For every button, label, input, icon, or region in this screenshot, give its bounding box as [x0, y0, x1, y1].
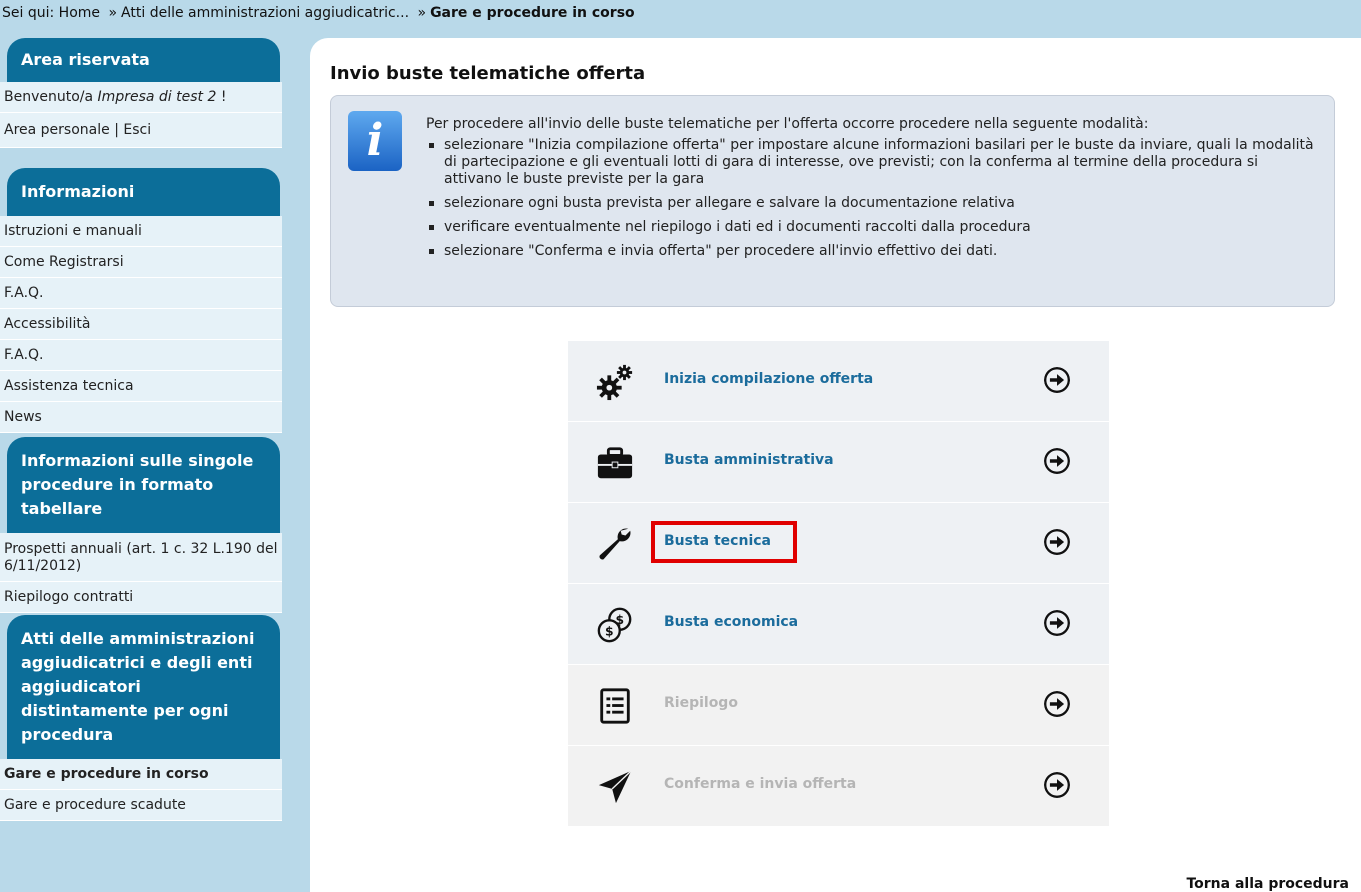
main-content: Invio buste telematiche offerta i Per pr… [310, 38, 1361, 892]
link-separator: | [114, 122, 119, 138]
action-label[interactable]: Riepilogo [664, 695, 738, 711]
area-personale-link[interactable]: Area personale [4, 122, 110, 138]
sidebar-item-accessibilita[interactable]: Accessibilità [0, 309, 282, 340]
sidebar-item-faq[interactable]: F.A.Q. [0, 278, 282, 309]
breadcrumb-separator: » [108, 5, 118, 21]
arrow-right-icon[interactable] [1044, 529, 1070, 555]
briefcase-icon [597, 447, 633, 479]
action-conferma-invia[interactable]: Conferma e invia offerta [568, 746, 1109, 827]
action-inizia-compilazione[interactable]: Inizia compilazione offerta [568, 341, 1109, 422]
info-box: i Per procedere all'invio delle buste te… [330, 95, 1335, 307]
info-intro: Per procedere all'invio delle buste tele… [426, 116, 1149, 132]
wrench-icon [599, 528, 631, 560]
info-step: selezionare "Conferma e invia offerta" p… [429, 243, 1316, 260]
action-busta-amministrativa[interactable]: Busta amministrativa [568, 422, 1109, 503]
arrow-right-icon[interactable] [1044, 691, 1070, 717]
gears-icon [596, 364, 633, 401]
back-to-procedure-link[interactable]: Torna alla procedura [1186, 876, 1349, 892]
sidebar-item-riepilogo-contratti[interactable]: Riepilogo contratti [0, 582, 282, 613]
svg-text:$: $ [605, 624, 614, 638]
tabellari-title: Informazioni sulle singole procedure in … [7, 437, 280, 533]
sidebar-item-prospetti[interactable]: Prospetti annuali (art. 1 c. 32 L.190 de… [0, 533, 282, 582]
arrow-right-icon[interactable] [1044, 448, 1070, 474]
breadcrumb-atti-link[interactable]: Atti delle amministrazioni aggiudicatric… [121, 5, 409, 21]
arrow-right-icon[interactable] [1044, 772, 1070, 798]
action-label[interactable]: Conferma e invia offerta [664, 776, 856, 792]
info-icon: i [348, 111, 402, 171]
area-riservata-panel: Area riservata Benvenuto/a Impresa di te… [0, 38, 282, 148]
action-busta-tecnica[interactable]: Busta tecnica [568, 503, 1109, 584]
info-step: selezionare ogni busta prevista per alle… [429, 195, 1316, 212]
tabellari-panel: Informazioni sulle singole procedure in … [0, 437, 282, 613]
action-busta-economica[interactable]: $ $ Busta economica [568, 584, 1109, 665]
action-label[interactable]: Busta economica [664, 614, 798, 630]
informazioni-panel: Informazioni Istruzioni e manuali Come R… [0, 168, 282, 433]
paper-plane-icon [598, 770, 632, 804]
breadcrumb-home-link[interactable]: Home [59, 5, 100, 21]
esci-link[interactable]: Esci [123, 122, 151, 138]
breadcrumb: Sei qui: Home » Atti delle amministrazion… [0, 0, 1361, 28]
action-label[interactable]: Inizia compilazione offerta [664, 371, 873, 387]
sidebar-item-registrarsi[interactable]: Come Registrarsi [0, 247, 282, 278]
action-label[interactable]: Busta amministrativa [664, 452, 834, 468]
welcome-prefix: Benvenuto/a [4, 89, 94, 105]
informazioni-title: Informazioni [7, 168, 280, 216]
breadcrumb-prefix: Sei qui: [2, 5, 55, 21]
welcome-user: Impresa di test 2 [97, 89, 217, 105]
arrow-right-icon[interactable] [1044, 367, 1070, 393]
welcome-message: Benvenuto/a Impresa di test 2 ! [0, 82, 282, 113]
svg-text:$: $ [615, 613, 624, 627]
breadcrumb-current: Gare e procedure in corso [430, 5, 635, 21]
info-step: verificare eventualmente nel riepilogo i… [429, 219, 1316, 236]
welcome-suffix: ! [220, 89, 227, 105]
sidebar-item-news[interactable]: News [0, 402, 282, 433]
sidebar: Area riservata Benvenuto/a Impresa di te… [0, 38, 282, 835]
sidebar-item-istruzioni[interactable]: Istruzioni e manuali [0, 216, 282, 247]
arrow-right-icon[interactable] [1044, 610, 1070, 636]
highlight-box [651, 521, 797, 563]
sidebar-item-faq-2[interactable]: F.A.Q. [0, 340, 282, 371]
page-title: Invio buste telematiche offerta [330, 63, 646, 84]
sidebar-item-gare-in-corso[interactable]: Gare e procedure in corso [0, 759, 282, 790]
atti-title: Atti delle amministrazioni aggiudicatric… [7, 615, 280, 759]
area-riservata-title: Area riservata [7, 38, 280, 82]
breadcrumb-separator: » [417, 5, 427, 21]
sidebar-item-gare-scadute[interactable]: Gare e procedure scadute [0, 790, 282, 821]
action-list: Inizia compilazione offerta Busta ammini… [568, 341, 1109, 827]
info-step: selezionare "Inizia compilazione offerta… [429, 137, 1316, 188]
action-riepilogo[interactable]: Riepilogo [568, 665, 1109, 746]
list-document-icon [600, 688, 630, 724]
sidebar-item-assistenza[interactable]: Assistenza tecnica [0, 371, 282, 402]
atti-panel: Atti delle amministrazioni aggiudicatric… [0, 615, 282, 821]
info-steps: selezionare "Inizia compilazione offerta… [426, 137, 1316, 260]
user-links: Area personale | Esci [0, 113, 282, 148]
money-icon: $ $ [597, 607, 632, 643]
info-text: Per procedere all'invio delle buste tele… [426, 116, 1316, 267]
